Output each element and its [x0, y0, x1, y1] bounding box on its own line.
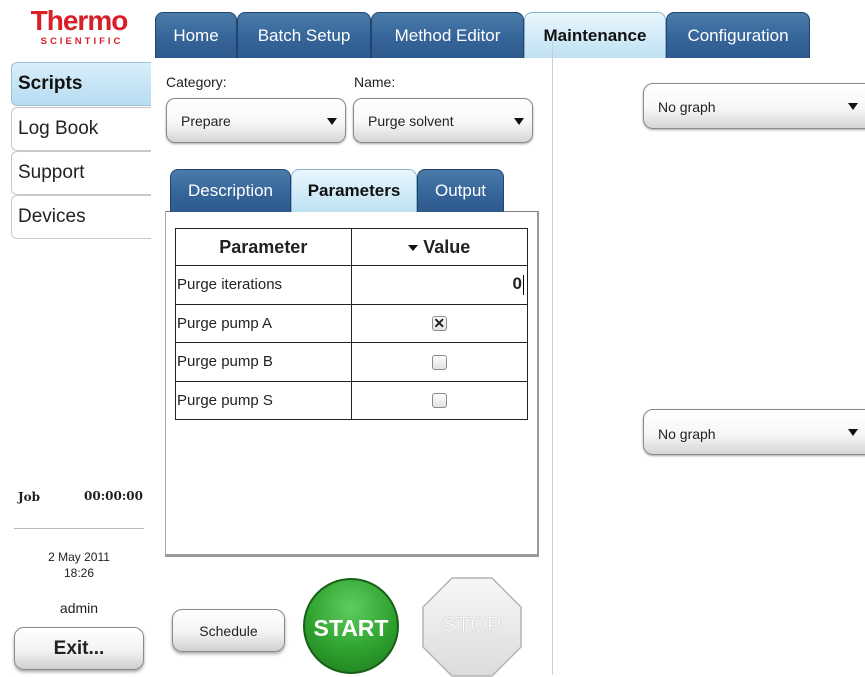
chevron-down-icon — [848, 103, 858, 110]
purge-pump-a-checkbox[interactable]: ✕ — [431, 316, 447, 332]
vertical-divider — [552, 42, 553, 675]
sidebar-item-support[interactable]: Support — [11, 151, 151, 195]
param-name: Purge pump A — [175, 303, 352, 343]
sidebar-divider — [14, 528, 144, 529]
user-name: admin — [59, 600, 99, 616]
start-button[interactable]: START — [303, 578, 399, 674]
sidebar-item-scripts[interactable]: Scripts — [11, 62, 151, 106]
category-label: Category: — [166, 74, 227, 90]
tab-output[interactable]: Output — [417, 169, 504, 212]
purge-pump-b-checkbox[interactable] — [431, 354, 447, 370]
thermo-logo: Thermo — [30, 5, 129, 36]
job-label: Job — [18, 490, 41, 504]
value-cell: ✕ — [350, 303, 529, 343]
scientific-logo-text: SCIENTIFIC — [40, 36, 124, 47]
job-timer: 00:00:00 — [84, 489, 143, 503]
value-cell — [350, 342, 529, 382]
param-name: Purge pump B — [175, 342, 352, 382]
purge-iterations-value: 0 — [512, 274, 522, 294]
parameters-table: Parameter Value Purge iterations 0 Purge… — [175, 228, 529, 420]
table-header-row: Parameter Value — [175, 228, 529, 266]
sidebar-item-log-book[interactable]: Log Book — [11, 107, 151, 151]
stop-label: STOP — [442, 612, 502, 637]
param-name: Purge iterations — [175, 265, 352, 305]
name-select[interactable]: Purge solvent — [353, 98, 533, 143]
table-row: Purge iterations 0 — [175, 265, 529, 305]
column-header-value[interactable]: Value — [350, 228, 529, 266]
category-select[interactable]: Prepare — [166, 98, 346, 143]
category-value: Prepare — [181, 113, 231, 129]
table-row: Purge pump A ✕ — [175, 303, 529, 343]
column-header-value-label: Value — [423, 236, 471, 257]
top-graph-value: No graph — [658, 99, 716, 115]
tab-method-editor[interactable]: Method Editor — [371, 12, 524, 58]
name-label: Name: — [354, 74, 396, 90]
schedule-button[interactable]: Schedule — [172, 609, 285, 652]
top-graph-select[interactable]: No graph — [643, 83, 865, 129]
tab-batch-setup[interactable]: Batch Setup — [237, 12, 371, 58]
text-caret — [523, 275, 524, 295]
value-cell — [350, 380, 529, 420]
bottom-graph-select[interactable]: No graph — [643, 409, 865, 455]
param-name: Purge pump S — [175, 380, 352, 420]
chevron-down-icon — [327, 118, 337, 125]
tab-home[interactable]: Home — [155, 12, 237, 58]
sidebar-item-devices[interactable]: Devices — [11, 195, 151, 239]
stop-button[interactable]: STOP — [422, 577, 522, 677]
name-value: Purge solvent — [368, 113, 454, 129]
tab-parameters[interactable]: Parameters — [291, 169, 417, 212]
table-row: Purge pump S — [175, 380, 529, 420]
chevron-down-icon — [514, 118, 524, 125]
tab-maintenance[interactable]: Maintenance — [524, 12, 666, 58]
purge-pump-s-checkbox[interactable] — [431, 393, 447, 409]
current-time: 18:26 — [63, 566, 95, 580]
tab-description[interactable]: Description — [170, 169, 291, 212]
exit-button[interactable]: Exit... — [14, 627, 144, 670]
purge-iterations-input[interactable]: 0 — [350, 265, 529, 305]
tab-configuration[interactable]: Configuration — [666, 12, 810, 58]
column-header-parameter[interactable]: Parameter — [175, 228, 352, 266]
chevron-down-icon — [848, 429, 858, 436]
current-date: 2 May 2011 — [48, 550, 110, 564]
sort-desc-icon — [408, 244, 419, 251]
bottom-graph-value: No graph — [658, 426, 716, 442]
table-row: Purge pump B — [175, 342, 529, 382]
